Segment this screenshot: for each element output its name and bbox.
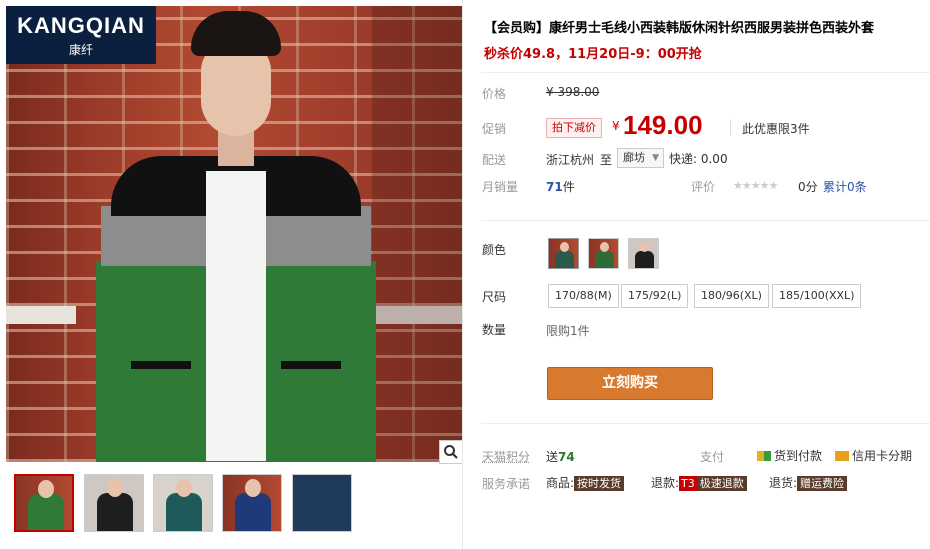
promo-label: 促销 (482, 122, 507, 136)
size-option-m[interactable]: 170/88(M) (548, 284, 619, 308)
return-shipping-badge[interactable]: 赠运费险 (797, 476, 848, 491)
shipping-to-word: 至 (600, 153, 613, 167)
destination-value: 廊坊 (623, 151, 645, 164)
jacket-pocket-left (131, 361, 191, 369)
promo-text: 秒杀价49.8，11月20日-9：00开抢 (484, 47, 702, 62)
fast-refund-badge[interactable]: 极速退款 (696, 476, 747, 491)
buy-now-button[interactable]: 立刻购买 (547, 367, 713, 400)
price-currency: ¥ (612, 119, 620, 133)
current-price: 149.00 (623, 110, 703, 140)
brand-logo-name: KANGQIAN (17, 13, 145, 38)
shipping-label: 配送 (482, 153, 507, 167)
product-gallery: KANGQIAN 康纤 (0, 0, 463, 549)
service-refund: 退款: T3 极速退款 (651, 474, 747, 491)
sales-unit: 件 (562, 180, 575, 194)
wall-shadow (372, 6, 462, 462)
color-swatch-3[interactable] (628, 238, 659, 269)
service-refund-label: 退款: (651, 476, 680, 490)
cod-icon (757, 451, 771, 461)
sales-count: 71 (546, 180, 563, 194)
payment-label: 支付 (700, 450, 725, 464)
color-label: 颜色 (482, 243, 507, 257)
ontime-badge[interactable]: 按时发货 (574, 476, 625, 491)
thumbnail-strip (14, 474, 354, 534)
size-option-l[interactable]: 175/92(L) (621, 284, 689, 308)
product-title: 【会员购】康纤男士毛线小西装韩版休闲针织西服男装拼色西装外套 (484, 21, 875, 36)
payment-cod-label: 货到付款 (774, 449, 823, 463)
rating-score: 0分 (798, 180, 818, 194)
search-icon[interactable] (439, 440, 463, 464)
tmall-points-value: 74 (558, 450, 575, 464)
thumbnail-5[interactable] (292, 474, 352, 532)
express-fee: 快递: 0.00 (669, 152, 728, 166)
tmall-points-prefix: 送 (546, 450, 559, 464)
price-label: 价格 (482, 87, 507, 101)
product-info: 【会员购】康纤男士毛线小西装韩版休闲针织西服男装拼色西装外套 秒杀价49.8，1… (475, 0, 930, 549)
review-count-link[interactable]: 累计0条 (823, 178, 867, 195)
jacket-pocket-right (281, 361, 341, 369)
payment-cod[interactable]: 货到付款 (757, 447, 822, 464)
main-product-image[interactable]: KANGQIAN 康纤 (6, 6, 462, 462)
tmall-points-label[interactable]: 天猫积分 (482, 448, 530, 465)
original-price: ¥ 398.00 (546, 85, 600, 99)
brand-logo-cn: 康纤 (68, 43, 93, 57)
size-label: 尺码 (482, 290, 507, 304)
thumbnail-2[interactable] (84, 474, 144, 532)
sales-label: 月销量 (482, 180, 519, 194)
brand-logo: KANGQIAN 康纤 (6, 6, 156, 64)
quantity-label: 数量 (482, 323, 507, 337)
divider (481, 423, 930, 424)
service-label: 服务承诺 (482, 477, 531, 491)
thumbnail-4[interactable] (222, 474, 282, 532)
rating-stars: ★★★★★ (733, 179, 778, 192)
tmall-points: 送74 (546, 448, 575, 465)
separator (730, 119, 731, 135)
divider (481, 220, 930, 221)
destination-select[interactable]: 廊坊 ▼ (617, 148, 664, 168)
limit-note: 此优惠限3件 (742, 122, 810, 136)
gallery-divider (462, 0, 463, 549)
service-goods-label: 商品: (546, 476, 575, 490)
thumbnail-3[interactable] (153, 474, 213, 532)
credit-card-icon (835, 451, 849, 461)
shipping-from: 浙江杭州 (546, 153, 595, 167)
chevron-down-icon: ▼ (652, 153, 659, 163)
divider (481, 72, 930, 73)
color-swatch-1[interactable] (548, 238, 579, 269)
quantity-limit: 限购1件 (546, 324, 590, 338)
payment-credit-label: 信用卡分期 (852, 449, 913, 463)
payment-credit[interactable]: 信用卡分期 (835, 447, 912, 464)
service-return: 退货: 赠运费险 (769, 474, 848, 491)
color-swatch-2[interactable] (588, 238, 619, 269)
model-hair (191, 11, 281, 56)
thumbnail-1[interactable] (14, 474, 74, 532)
white-tshirt (206, 171, 266, 461)
size-option-xl[interactable]: 180/96(XL) (694, 284, 769, 308)
sales-count-wrap: 71件 (546, 178, 575, 195)
promo-tag: 拍下减价 (546, 118, 602, 138)
size-option-xxl[interactable]: 185/100(XXL) (772, 284, 862, 308)
window-ledge-left (6, 306, 76, 324)
model-figure (96, 11, 376, 462)
service-goods: 商品: 按时发货 (546, 474, 625, 491)
t3-badge: T3 (679, 476, 697, 491)
service-return-label: 退货: (769, 476, 798, 490)
rating-label: 评价 (691, 180, 716, 194)
